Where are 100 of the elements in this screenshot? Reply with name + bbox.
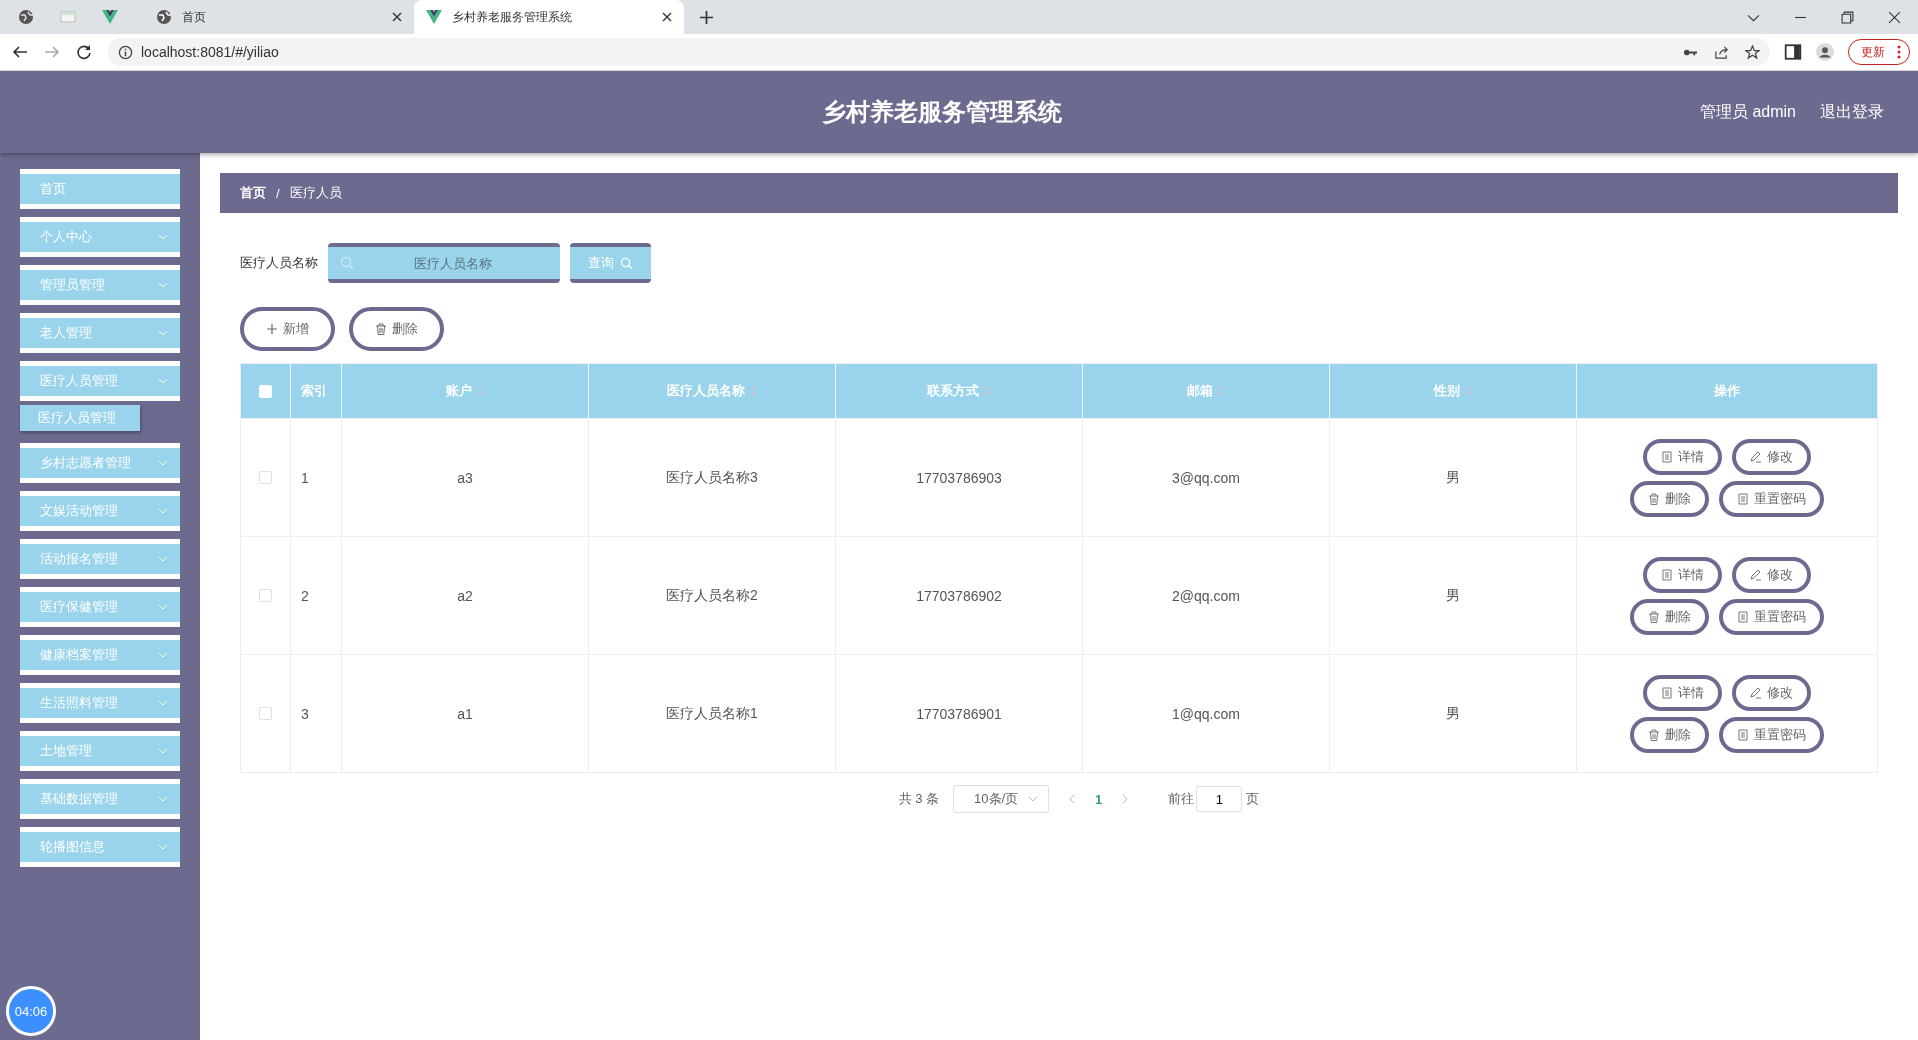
menu-item[interactable]: 乡村志愿者管理 (20, 443, 180, 483)
chevron-down-icon (158, 234, 168, 240)
action-button[interactable]: 重置密码 (1719, 716, 1824, 753)
column-header[interactable]: 操作 (1577, 364, 1877, 418)
table-cell: 3 (301, 705, 309, 722)
plus-icon[interactable] (700, 10, 713, 24)
pencil-icon (1750, 450, 1762, 463)
delete-button[interactable]: 删除 (1630, 598, 1709, 635)
pencil-icon (1750, 686, 1762, 699)
delete-button[interactable]: 删除 (1630, 480, 1709, 517)
menu-item[interactable]: 个人中心 (20, 217, 180, 257)
document-icon (1737, 728, 1749, 741)
table-cell: 3@qq.com (1172, 469, 1240, 486)
column-header[interactable]: 性别 (1330, 364, 1577, 418)
menu-item[interactable]: 基础数据管理 (20, 779, 180, 819)
table-cell: 17703786901 (916, 705, 1002, 722)
column-header[interactable]: 医疗人员名称 (589, 364, 836, 418)
goto-label: 前往 (1168, 790, 1195, 808)
table-cell: a3 (457, 469, 473, 486)
page-size-select[interactable]: 10条/页 (953, 785, 1050, 813)
close-icon[interactable] (392, 12, 402, 22)
page-number[interactable]: 1 (1095, 791, 1103, 807)
action-button[interactable]: 重置密码 (1719, 480, 1824, 517)
table-cell: 2 (301, 587, 309, 604)
menu-item[interactable]: 医疗保健管理 (20, 587, 180, 627)
action-button[interactable]: 详情 (1643, 556, 1722, 593)
restore-icon[interactable] (1841, 10, 1854, 24)
delete-button[interactable]: 删除 (1630, 716, 1709, 753)
total-count: 共 3 条 (898, 790, 940, 808)
search-icon (620, 256, 633, 270)
close-icon[interactable] (1888, 10, 1901, 24)
menu-item[interactable]: 生活照料管理 (20, 683, 180, 723)
menu-item[interactable]: 健康档案管理 (20, 635, 180, 675)
sort-icon (983, 385, 991, 397)
search-button[interactable]: 查询 (570, 243, 651, 283)
menu-item[interactable]: 管理员管理 (20, 265, 180, 305)
address-bar[interactable]: localhost:8081/#/yiliao (108, 38, 1770, 66)
search-icon (340, 256, 354, 270)
sort-icon (1464, 385, 1472, 397)
action-button[interactable]: 详情 (1643, 438, 1722, 475)
column-header[interactable]: 账户 (342, 364, 589, 418)
checkbox[interactable] (259, 589, 272, 602)
browser-tab[interactable]: 乡村养老服务管理系统 (414, 0, 684, 34)
more-icon (1897, 45, 1901, 59)
search-field[interactable]: 医疗人员名称 (328, 243, 560, 283)
chevron-down-icon (158, 330, 168, 336)
table-cell: 男 (1446, 586, 1460, 605)
add-button[interactable]: 新增 (240, 307, 335, 351)
action-button[interactable]: 详情 (1643, 674, 1722, 711)
breadcrumb-link[interactable]: 首页 (240, 184, 266, 202)
edit-button[interactable]: 修改 (1732, 674, 1811, 711)
tab-title: 乡村养老服务管理系统 (452, 8, 573, 26)
column-header[interactable]: 联系方式 (836, 364, 1083, 418)
action-button[interactable]: 重置密码 (1719, 598, 1824, 635)
user-name: 管理员 admin (1699, 101, 1796, 122)
menu-item[interactable]: 老人管理 (20, 313, 180, 353)
back-icon[interactable] (12, 44, 28, 60)
menu-item[interactable]: 文娱活动管理 (20, 491, 180, 531)
chevron-down-icon (158, 844, 168, 850)
submenu-item[interactable]: 医疗人员管理 (20, 405, 140, 431)
breadcrumb-link[interactable]: 医疗人员 (289, 184, 342, 202)
share-icon[interactable] (1714, 44, 1729, 60)
menu-item[interactable]: 轮播图信息 (20, 827, 180, 867)
menu-item[interactable]: 医疗人员管理 (20, 361, 180, 401)
menu-item[interactable]: 活动报名管理 (20, 539, 180, 579)
v-logo-icon[interactable] (102, 9, 118, 25)
trash-icon (1648, 610, 1660, 623)
menu-item[interactable]: 首页 (20, 169, 180, 209)
plus-icon (266, 323, 278, 335)
edit-button[interactable]: 修改 (1732, 438, 1811, 475)
checkbox[interactable] (259, 707, 272, 720)
table-cell: 17703786902 (916, 587, 1002, 604)
star-icon[interactable] (1745, 44, 1760, 60)
profile-icon[interactable] (1816, 43, 1834, 61)
table-cell: 男 (1446, 704, 1460, 723)
sort-icon (1217, 385, 1225, 397)
close-icon[interactable] (662, 12, 672, 22)
column-header[interactable]: 索引 (291, 364, 342, 418)
column-header[interactable]: 邮箱 (1083, 364, 1330, 418)
logout-link[interactable]: 退出登录 (1820, 101, 1884, 123)
breadcrumb-separator: / (276, 185, 280, 201)
menu-item[interactable]: 土地管理 (20, 731, 180, 771)
trash-icon (1648, 492, 1660, 505)
chevron-down-icon (158, 460, 168, 466)
globe-icon[interactable] (18, 9, 34, 25)
table-cell: 2@qq.com (1172, 587, 1240, 604)
reload-icon[interactable] (76, 44, 92, 60)
edit-button[interactable]: 修改 (1732, 556, 1811, 593)
timer-badge: 04:06 (6, 986, 56, 1036)
v-logo-icon (426, 9, 442, 25)
update-button[interactable]: 更新 (1848, 39, 1910, 65)
page-input[interactable]: 1 (1196, 786, 1243, 812)
checkbox[interactable] (259, 471, 272, 484)
app-title: 乡村养老服务管理系统 (822, 97, 1062, 127)
table-cell: 17703786903 (916, 469, 1002, 486)
table-cell: a2 (457, 587, 473, 604)
delete-button[interactable]: 删除 (349, 307, 444, 351)
side-panel-icon[interactable] (1784, 43, 1802, 61)
browser-tab[interactable]: 首页 (144, 0, 414, 34)
sort-icon (476, 385, 484, 397)
